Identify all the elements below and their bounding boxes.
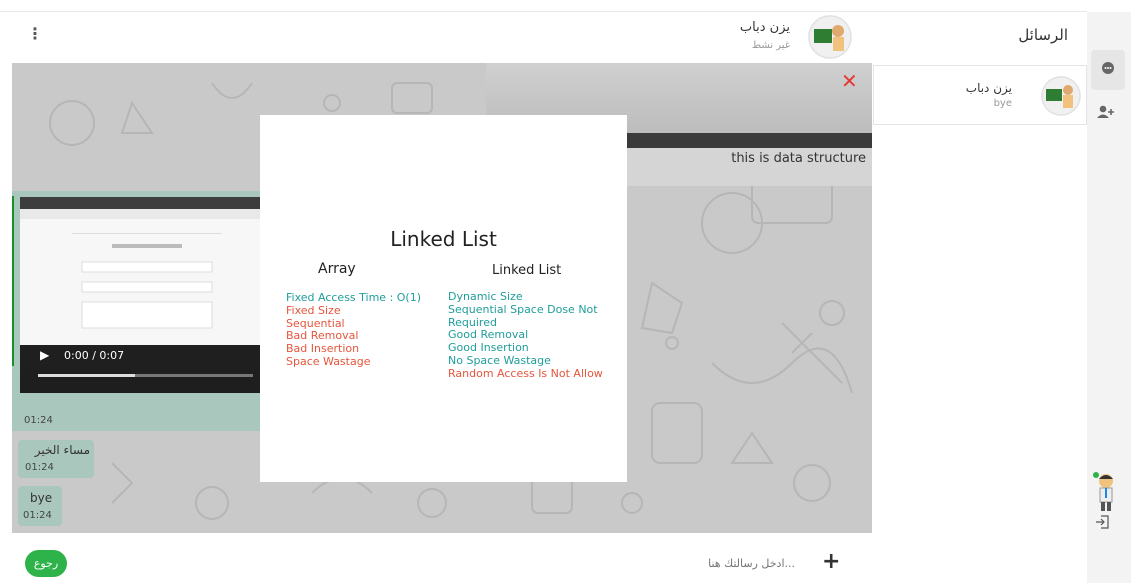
page-title: الرسائل — [1018, 26, 1068, 44]
comparison-item: Space Wastage — [286, 354, 371, 368]
comparison-item: No Space Wastage — [448, 353, 551, 367]
header-divider — [0, 11, 1087, 12]
message-timestamp: 01:24 — [25, 462, 54, 473]
image-caption: this is data structure — [731, 151, 866, 166]
message-timestamp: 01:24 — [23, 510, 52, 521]
comparison-item: Fixed Access Time : O(1) — [286, 291, 422, 304]
comparison-item: Fixed Size — [286, 303, 341, 317]
contact-name: يزن دباب — [739, 20, 790, 35]
add-user-icon[interactable] — [1097, 104, 1115, 123]
attach-plus-icon[interactable]: + — [822, 549, 840, 574]
comparison-item: Dynamic Size — [448, 290, 523, 303]
message-input[interactable] — [620, 552, 795, 574]
video-controls — [20, 345, 272, 393]
array-list: Fixed Access Time : O(1) Fixed Size Sequen… — [286, 291, 456, 369]
video-seek-fill — [38, 374, 135, 377]
video-time: 0:00 / 0:07 — [64, 349, 125, 362]
chat-icon — [1101, 61, 1115, 79]
message-text: مساء الخير — [34, 443, 90, 457]
message-timestamp: 01:24 — [24, 415, 53, 426]
close-icon[interactable]: ✕ — [841, 69, 858, 93]
chats-nav-button[interactable] — [1091, 50, 1125, 90]
modal-title: Linked List — [390, 227, 497, 251]
array-heading: Array — [318, 261, 356, 277]
contact-status: غير نشط — [751, 40, 790, 51]
linked-list-heading: Linked List — [492, 263, 562, 278]
video-accent-bar — [12, 196, 14, 366]
back-button[interactable]: رجوع — [25, 550, 67, 577]
video-preview-tabs — [20, 197, 272, 209]
message-text: bye — [30, 491, 53, 505]
video-preview-url — [20, 209, 272, 219]
conversation-avatar — [1041, 76, 1081, 116]
comparison-item: Random Access Is Not Allow — [448, 366, 603, 380]
image-preview-modal[interactable]: Linked List Array Linked List Fixed Acce… — [260, 115, 627, 482]
comparison-item: Sequential Space Dose Not Required — [448, 302, 598, 329]
contact-avatar[interactable] — [808, 15, 852, 59]
app-root: ⋮ يزن دباب غير نشط الرسائل يزن دباب bye — [0, 0, 1131, 583]
play-icon[interactable]: ▶ — [40, 348, 49, 362]
conversation-last-message: bye — [993, 98, 1012, 109]
linked-list-list: Dynamic Size Sequential Space Dose Not Re… — [448, 290, 620, 381]
video-preview-form — [72, 233, 222, 338]
more-options-icon[interactable]: ⋮ — [27, 24, 43, 43]
conversation-name: يزن دباب — [965, 81, 1012, 95]
logout-icon[interactable] — [1095, 515, 1109, 533]
current-user-avatar[interactable] — [1090, 470, 1122, 512]
